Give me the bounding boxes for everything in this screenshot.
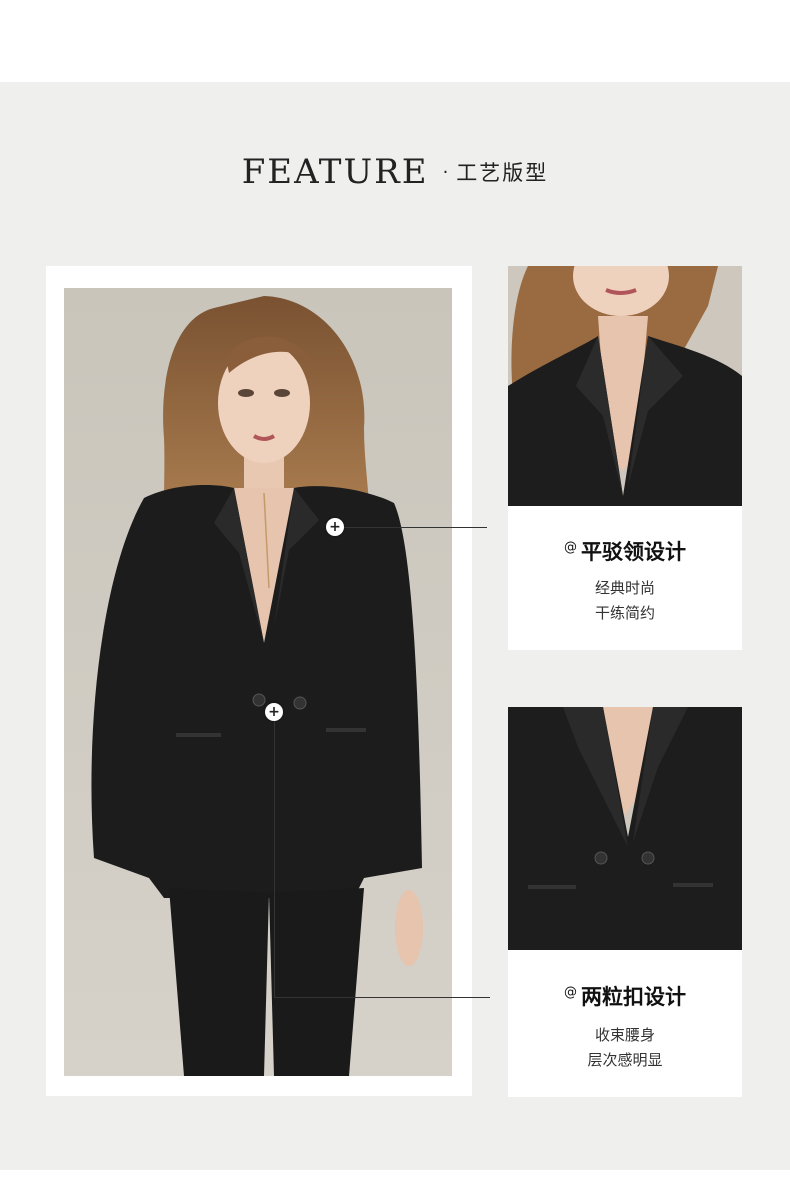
- button-callout-line-horizontal: [274, 997, 490, 998]
- feature-card-buttons: @ 两粒扣设计 收束腰身 层次感明显: [508, 707, 742, 1097]
- collar-detail-photo: [508, 266, 742, 506]
- button-hotspot[interactable]: +: [265, 703, 283, 721]
- feature-desc-line: 经典时尚: [594, 579, 655, 597]
- button-callout-line-vertical: [274, 721, 275, 998]
- feature-marker: @: [564, 985, 577, 1000]
- collar-callout-line: [344, 527, 487, 528]
- collar-hotspot[interactable]: +: [326, 518, 344, 536]
- section-title-cn: 工艺版型: [456, 161, 549, 185]
- feature-title-buttons: @ 两粒扣设计: [508, 981, 742, 1011]
- feature-card-collar: @ 平驳领设计 经典时尚 干练简约: [508, 266, 742, 650]
- feature-marker: @: [564, 540, 577, 555]
- feature-desc-line: 收束腰身: [594, 1026, 655, 1044]
- feature-desc-line: 层次感明显: [587, 1051, 663, 1069]
- feature-title-collar: @ 平驳领设计: [508, 536, 742, 566]
- section-title: FEATURE · 工艺版型: [0, 150, 790, 194]
- buttons-detail-photo: [508, 707, 742, 950]
- feature-desc-line: 干练简约: [594, 604, 655, 622]
- feature-title-text: 平驳领设计: [581, 539, 686, 564]
- feature-desc-collar: 经典时尚 干练简约: [508, 576, 742, 626]
- feature-title-text: 两粒扣设计: [581, 984, 686, 1009]
- title-separator: ·: [442, 161, 449, 183]
- feature-desc-buttons: 收束腰身 层次感明显: [508, 1023, 742, 1073]
- section-title-en: FEATURE: [241, 152, 429, 192]
- model-photo: [64, 288, 452, 1076]
